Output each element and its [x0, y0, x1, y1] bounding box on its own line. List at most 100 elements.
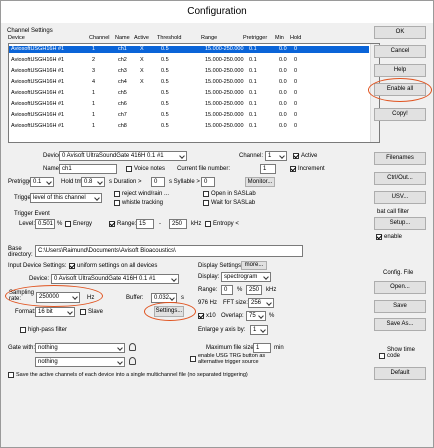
channel-row[interactable]: AviosoftUSGH16H #1 1 ch5 0.5 15.000-250.000 0…: [9, 90, 369, 97]
channel-row-device: AviosoftUSGH16H #1: [11, 79, 65, 85]
uniform-settings-checkbox[interactable]: [69, 263, 75, 269]
x10-checkbox[interactable]: [198, 313, 204, 319]
channel-row[interactable]: AviosoftUSGH16H #1 1 ch1 X 0.5 15.000-250.000…: [9, 46, 369, 53]
channel-row-range: 15.000-250.000: [205, 46, 244, 52]
channel-row-hold: 0: [294, 68, 298, 74]
channel-row-threshold: 0.5: [161, 46, 169, 52]
slave-label: Slave: [88, 309, 104, 315]
input-device-label: Input Device Settings:: [8, 263, 67, 269]
enable-all-button[interactable]: Enable all: [374, 83, 426, 96]
channel-row-hold: 0: [294, 79, 298, 85]
display-range-low[interactable]: 0: [221, 285, 233, 295]
default-button[interactable]: Default: [374, 367, 426, 380]
active-checkbox[interactable]: [293, 153, 299, 159]
ok-button[interactable]: OK: [374, 26, 426, 39]
entropy-checkbox[interactable]: [205, 221, 211, 227]
config-file-label: Config. File: [383, 270, 414, 276]
highpass-checkbox[interactable]: [20, 327, 26, 333]
channel-row-name: ch3: [118, 68, 127, 74]
setup-button[interactable]: Setup...: [374, 217, 426, 230]
channel-select[interactable]: 1: [265, 151, 287, 161]
voice-notes-checkbox[interactable]: [126, 166, 132, 172]
input-device-select[interactable]: 0 Avisoft UltraSoundGate 416H 0.1 #1: [51, 274, 179, 284]
display-select[interactable]: spectrogram: [221, 272, 271, 282]
gate2-select[interactable]: nothing: [35, 357, 125, 367]
sampling-rate-hz: Hz: [87, 295, 95, 301]
save-active-checkbox[interactable]: [8, 372, 14, 378]
name-field[interactable]: ch1: [59, 164, 117, 174]
cancel-button[interactable]: Cancel: [374, 45, 426, 58]
channel-row[interactable]: AviosoftUSGH16H #1 1 ch6 0.5 15.000-250.000 0…: [9, 101, 369, 108]
max-file-size-field[interactable]: 1: [253, 343, 271, 353]
enable-usb-trg-checkbox[interactable]: [190, 356, 196, 362]
channel-list[interactable]: AviosoftUSGH16H #1 1 ch1 X 0.5 15.000-250.000…: [8, 43, 380, 143]
more-button[interactable]: more...: [241, 261, 267, 270]
channel-row-min: 0.0: [279, 90, 287, 96]
reject-wind-checkbox[interactable]: [114, 191, 120, 197]
channel-row-active: X: [140, 68, 144, 74]
voice-notes-label: Voice notes: [134, 166, 166, 172]
channel-row-channel: 1: [92, 46, 96, 52]
device-select[interactable]: 0 Avisoft UltraSoundGate 416H 0.1 #1: [59, 151, 187, 161]
show-time-code-checkbox[interactable]: [379, 353, 385, 359]
whistle-tracking-label: whistle tracking: [122, 200, 164, 206]
channel-row-hold: 0: [294, 57, 298, 63]
settings-button[interactable]: Settings...: [154, 306, 184, 317]
save-as-button[interactable]: Save As...: [374, 318, 426, 331]
open-button[interactable]: Open...: [374, 281, 426, 294]
buffer-unit: s: [181, 295, 184, 301]
syllable-field[interactable]: 0: [201, 177, 215, 187]
holdtime-select[interactable]: 0.8: [81, 177, 105, 187]
sampling-rate-select[interactable]: 250000: [36, 292, 80, 303]
channel-row-range: 15.000-250.000: [205, 68, 244, 74]
col-pretrigger: Pretrigger: [243, 35, 268, 41]
trigger-select[interactable]: level of this channel: [30, 193, 102, 203]
current-file-number-field[interactable]: 1: [260, 164, 276, 174]
channel-row-name: ch1: [118, 46, 127, 52]
slave-checkbox[interactable]: [80, 309, 86, 315]
pretrigger-select[interactable]: 0.1: [30, 177, 54, 187]
buffer-select[interactable]: 0.032: [151, 293, 177, 303]
channel-row[interactable]: AviosoftUSGH16H #1 2 ch2 X 0.5 15.000-250.000…: [9, 57, 369, 64]
configuration-window: Configuration Channel Settings Device Ch…: [0, 0, 434, 448]
overlap-select[interactable]: 75: [246, 311, 266, 321]
save-button[interactable]: Save: [374, 300, 426, 313]
channel-row[interactable]: AviosoftUSGH16H #1 1 ch8 0.5 15.000-250.000 0…: [9, 123, 369, 130]
usv-button[interactable]: USV...: [374, 191, 426, 204]
channel-row-pretrigger: 0.1: [249, 68, 257, 74]
display-range-high[interactable]: 250: [246, 285, 262, 295]
range-low-field[interactable]: 15: [136, 219, 154, 229]
channel-row-pretrigger: 0.1: [249, 112, 257, 118]
whistle-tracking-checkbox[interactable]: [114, 200, 120, 206]
enlarge-select[interactable]: 1: [250, 325, 268, 335]
copy-button[interactable]: Copy!: [374, 108, 426, 121]
channel-row[interactable]: AviosoftUSGH16H #1 3 ch3 X 0.5 15.000-250.000…: [9, 68, 369, 75]
display-settings-label: Display Settings: [198, 263, 242, 269]
increment-checkbox[interactable]: [290, 166, 296, 172]
channel-row[interactable]: AviosoftUSGH16H #1 1 ch7 0.5 15.000-250.000 0…: [9, 112, 369, 119]
channel-row-threshold: 0.5: [161, 123, 169, 129]
format-select[interactable]: 16 bit: [35, 307, 75, 317]
channel-row[interactable]: AviosoftUSGH16H #1 4 ch4 X 0.5 15.000-250.000…: [9, 79, 369, 86]
enable-checkbox[interactable]: [376, 234, 382, 240]
channel-row-range: 15.000-250.000: [205, 57, 244, 63]
level-field[interactable]: 0.501: [35, 219, 55, 229]
gate1-select[interactable]: nothing: [35, 343, 125, 353]
range-checkbox[interactable]: [109, 221, 115, 227]
duration-field[interactable]: 0: [151, 177, 165, 187]
open-saslab-checkbox[interactable]: [203, 191, 209, 197]
energy-checkbox[interactable]: [65, 221, 71, 227]
monitor-button[interactable]: Monitor...: [245, 177, 275, 187]
wait-saslab-checkbox[interactable]: [203, 200, 209, 206]
col-device: Device: [8, 35, 25, 41]
channel-row-name: ch4: [118, 79, 127, 85]
input-device-label-2: Device:: [29, 276, 50, 282]
ctrl-out-button[interactable]: Ctrl/Out...: [374, 172, 426, 185]
channel-row-hold: 0: [294, 90, 298, 96]
range-high-field[interactable]: 250: [169, 219, 187, 229]
display-range-percent: %: [237, 287, 243, 293]
filenames-button[interactable]: Filenames: [374, 152, 426, 165]
fft-size-select[interactable]: 256: [248, 298, 274, 308]
help-button[interactable]: Help: [374, 64, 426, 77]
base-directory-field[interactable]: C:\Users\Raimund\Documents\Avisoft Bioac…: [35, 245, 303, 257]
